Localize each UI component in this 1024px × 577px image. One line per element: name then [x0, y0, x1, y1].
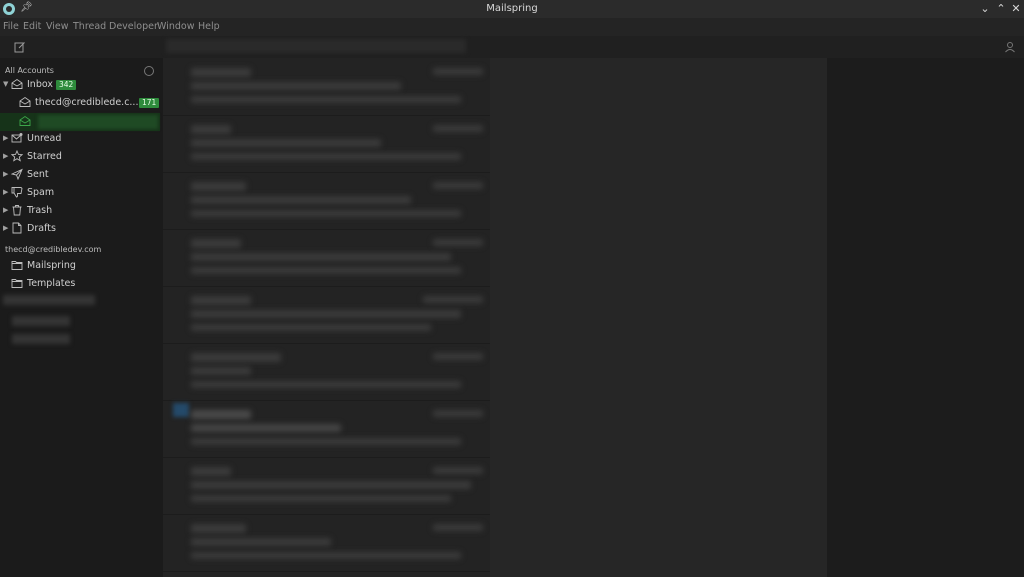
- inbox-icon: [19, 96, 31, 107]
- caret-right-icon[interactable]: ▶: [3, 134, 8, 142]
- all-accounts-heading: All Accounts: [5, 66, 54, 75]
- thumbs-down-icon: [11, 187, 23, 198]
- unread-count-badge: 171: [139, 98, 160, 108]
- sidebar-item-account-inbox[interactable]: thecd@crediblede.c... 171: [0, 94, 163, 112]
- sidebar-item-templates[interactable]: Templates: [0, 275, 163, 293]
- message-list: [163, 58, 490, 577]
- maximize-button[interactable]: ⌃: [994, 2, 1008, 16]
- folder-icon: [11, 261, 23, 270]
- list-item[interactable]: [163, 58, 490, 116]
- search-bar[interactable]: [166, 39, 466, 53]
- redacted-item[interactable]: [12, 334, 70, 344]
- menu-window[interactable]: Window: [157, 21, 194, 32]
- sidebar-item-label: Spam: [27, 187, 55, 198]
- inbox-icon: [11, 78, 23, 89]
- inbox-icon: [19, 115, 31, 126]
- sidebar-item-label: Mailspring: [27, 260, 76, 271]
- sidebar-item-inbox[interactable]: ▼ Inbox 342: [0, 76, 163, 94]
- list-item[interactable]: [163, 229, 490, 287]
- redacted-heading: [3, 295, 95, 305]
- caret-right-icon[interactable]: ▶: [3, 206, 8, 214]
- sidebar-item-label: Starred: [27, 151, 62, 162]
- title-bar: 📌︎ Mailspring ⌄ ⌃ ✕: [0, 0, 1024, 18]
- sidebar-item-trash[interactable]: ▶ Trash: [0, 202, 163, 220]
- menu-file[interactable]: File: [3, 21, 19, 32]
- unread-icon: [11, 133, 23, 143]
- sidebar-item-sent[interactable]: ▶ Sent: [0, 166, 163, 184]
- caret-right-icon[interactable]: ▶: [3, 152, 8, 160]
- sidebar-item-label: Templates: [27, 278, 76, 289]
- add-circle-icon[interactable]: [144, 66, 154, 76]
- toolbar: [0, 36, 1024, 59]
- list-item[interactable]: [163, 115, 490, 173]
- reading-pane: [490, 58, 827, 577]
- contact-sidebar: [827, 58, 1024, 577]
- sidebar-item-label: Inbox: [27, 79, 53, 90]
- close-button[interactable]: ✕: [1009, 2, 1023, 16]
- draft-icon: [12, 222, 22, 234]
- caret-right-icon[interactable]: ▶: [3, 188, 8, 196]
- caret-right-icon[interactable]: ▶: [3, 170, 8, 178]
- trash-icon: [12, 205, 22, 216]
- compose-icon[interactable]: [14, 41, 26, 53]
- list-item[interactable]: [163, 514, 490, 572]
- star-icon: [11, 150, 23, 162]
- list-item[interactable]: [163, 343, 490, 401]
- unread-indicator: [173, 403, 189, 417]
- sidebar-item-unread[interactable]: ▶ Unread: [0, 130, 163, 148]
- menu-help[interactable]: Help: [198, 21, 220, 32]
- menu-bar: File Edit View Thread Developer Window H…: [0, 18, 1024, 36]
- menu-thread[interactable]: Thread: [73, 21, 106, 32]
- redacted-item[interactable]: [12, 316, 70, 326]
- sent-icon: [11, 168, 23, 180]
- sidebar-item-label: thecd@crediblede.c...: [35, 97, 139, 108]
- sidebar-item-label: Unread: [27, 133, 62, 144]
- caret-right-icon[interactable]: ▶: [3, 224, 8, 232]
- list-item[interactable]: [163, 172, 490, 230]
- redacted-label: [38, 115, 158, 129]
- window-title: Mailspring: [486, 3, 538, 14]
- person-icon[interactable]: [1004, 41, 1016, 53]
- list-item[interactable]: [163, 457, 490, 515]
- caret-down-icon[interactable]: ▼: [3, 80, 8, 88]
- sidebar-item-mailspring[interactable]: Mailspring: [0, 257, 163, 275]
- list-item[interactable]: [163, 286, 490, 344]
- sidebar-item-spam[interactable]: ▶ Spam: [0, 184, 163, 202]
- list-item[interactable]: [163, 400, 490, 458]
- sidebar-item-label: Sent: [27, 169, 49, 180]
- sidebar-item-label: Drafts: [27, 223, 56, 234]
- menu-developer[interactable]: Developer: [109, 21, 158, 32]
- folder-icon: [11, 279, 23, 288]
- unread-count-badge: 342: [56, 80, 77, 90]
- account-heading: thecd@credibledev.com: [5, 245, 102, 254]
- sidebar-item-starred[interactable]: ▶ Starred: [0, 148, 163, 166]
- menu-edit[interactable]: Edit: [23, 21, 41, 32]
- menu-view[interactable]: View: [46, 21, 69, 32]
- minimize-button[interactable]: ⌄: [978, 2, 992, 16]
- sidebar-item-label: Trash: [27, 205, 53, 216]
- sidebar-item-drafts[interactable]: ▶ Drafts: [0, 220, 163, 238]
